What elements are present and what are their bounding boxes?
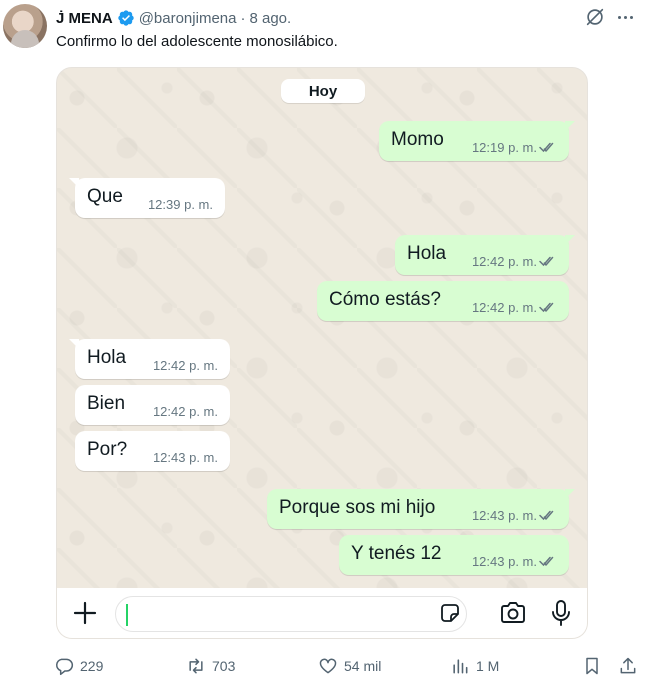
double-check-icon [539, 142, 554, 153]
message-text: Momo [391, 129, 444, 150]
message-bubble-in: Que 12:39 p. m. [69, 178, 225, 218]
tweet-date[interactable]: 8 ago. [249, 10, 291, 27]
message-bubble-in: Hola 12:42 p. m. [69, 339, 230, 379]
bookmark-button[interactable] [582, 652, 602, 680]
message-time: 12:43 p. m. [471, 554, 537, 569]
message-text: Por? [87, 439, 128, 460]
reply-count: 229 [80, 658, 104, 674]
mic-icon[interactable] [551, 598, 571, 628]
reply-button[interactable]: 229 [54, 652, 103, 680]
message-bubble-out: Momo 12:19 p. m. [379, 121, 575, 161]
plus-icon[interactable] [71, 599, 99, 627]
chat-screenshot[interactable]: Hoy Momo 12:19 p. m. Que 12:39 p. m. Hol… [56, 67, 588, 639]
message-time: 12:19 p. m. [471, 140, 537, 155]
chat-input-bar [57, 588, 587, 638]
tweet-header: J̇ MENA @baronjimena · 8 ago. [56, 7, 291, 29]
verified-badge-icon[interactable] [117, 9, 135, 27]
like-count: 54 mil [344, 658, 382, 674]
message-time: 12:42 p. m. [152, 404, 218, 419]
like-button[interactable]: 54 mil [318, 652, 381, 680]
text-cursor [126, 604, 128, 626]
share-button[interactable] [618, 652, 638, 680]
message-text: Que [87, 186, 123, 207]
avatar[interactable] [3, 4, 47, 48]
sticker-icon[interactable] [439, 602, 461, 624]
double-check-icon [539, 302, 554, 313]
handle[interactable]: @baronjimena [139, 10, 237, 27]
message-text: Bien [87, 393, 126, 414]
double-check-icon [539, 510, 554, 521]
camera-icon[interactable] [499, 600, 527, 626]
separator-dot: · [240, 9, 246, 27]
message-bubble-out: Hola 12:42 p. m. [395, 235, 575, 275]
message-bubble-in: Bien 12:42 p. m. [75, 385, 230, 425]
message-time: 12:42 p. m. [152, 358, 218, 373]
message-bubble-out: Porque sos mi hijo 12:43 p. m. [267, 489, 575, 529]
views-button[interactable]: 1 M [450, 652, 499, 680]
display-name[interactable]: J̇ MENA [56, 10, 113, 27]
message-text: Y tenés 12 [351, 543, 442, 564]
more-options-icon[interactable] [614, 6, 636, 28]
repost-button[interactable]: 703 [186, 652, 235, 680]
double-check-icon [539, 556, 554, 567]
grok-icon[interactable] [584, 6, 606, 28]
message-text: Porque sos mi hijo [279, 497, 436, 518]
day-chip: Hoy [281, 79, 365, 103]
message-time: 12:43 p. m. [471, 508, 537, 523]
tweet-actions: 229 703 54 mil 1 M [0, 652, 648, 680]
views-icon [453, 659, 468, 674]
message-text: Hola [87, 347, 127, 368]
message-bubble-out: Cómo estás? 12:42 p. m. [317, 281, 569, 321]
message-input[interactable] [115, 596, 467, 632]
message-bubble-in: Por? 12:43 p. m. [75, 431, 230, 471]
message-text: Hola [407, 243, 447, 264]
share-icon [620, 657, 636, 674]
double-check-icon [539, 256, 554, 267]
tweet-text: Confirmo lo del adolescente monosilábico… [56, 33, 338, 50]
repost-icon [189, 658, 203, 674]
reply-icon [56, 658, 74, 676]
repost-count: 703 [212, 658, 236, 674]
message-time: 12:42 p. m. [471, 254, 537, 269]
message-text: Cómo estás? [329, 289, 441, 310]
message-bubble-out: Y tenés 12 12:43 p. m. [339, 535, 569, 575]
message-time: 12:42 p. m. [471, 300, 537, 315]
message-time: 12:39 p. m. [147, 197, 213, 212]
like-icon [319, 658, 337, 674]
bookmark-icon [586, 657, 598, 675]
views-count: 1 M [476, 658, 500, 674]
message-time: 12:43 p. m. [152, 450, 218, 465]
